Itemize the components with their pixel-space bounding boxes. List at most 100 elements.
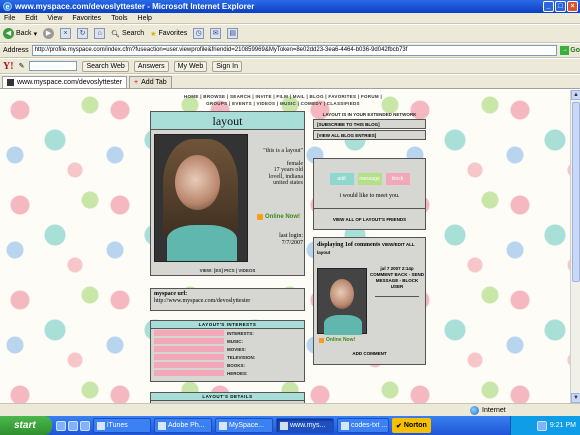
comment-online-badge: Online Now!: [319, 337, 355, 343]
search-web-button[interactable]: Search Web: [82, 60, 129, 72]
task-myspace-active[interactable]: www.mys...: [276, 418, 334, 433]
favorites-button[interactable]: ★ Favorites: [150, 30, 187, 38]
photo-shirt: [167, 225, 237, 261]
profile-photo[interactable]: [154, 134, 248, 262]
quick-launch-media-icon[interactable]: [80, 420, 90, 431]
menu-bar: File Edit View Favorites Tools Help: [0, 13, 580, 24]
view-blog-entries-link[interactable]: [VIEW ALL BLOG ENTRIES]: [313, 130, 426, 140]
block-user-button[interactable]: block: [385, 173, 410, 185]
quick-launch: [56, 420, 90, 431]
comment-divider: [375, 296, 419, 297]
comment-actions[interactable]: COMMENT BACK - SEND MESSAGE - BLOCK USER: [370, 272, 424, 290]
menu-edit[interactable]: Edit: [25, 15, 37, 22]
view-pics-links[interactable]: VIEW: [ES] PICS | VIDEOS: [151, 268, 304, 273]
online-icon: [319, 337, 324, 343]
quick-launch-desktop-icon[interactable]: [68, 420, 78, 431]
security-zone: Internet: [470, 405, 506, 415]
go-label: Go: [570, 47, 580, 54]
contact-buttons: add message block: [314, 173, 425, 185]
profile-info: "this is a layout" female 17 years old l…: [255, 148, 303, 187]
close-button[interactable]: ×: [567, 1, 578, 12]
interest-label: MOVIES:: [227, 346, 247, 352]
ie-task-icon: [219, 421, 227, 430]
quick-launch-ie-icon[interactable]: [56, 420, 66, 431]
scroll-up-icon[interactable]: ▲: [571, 90, 580, 100]
refresh-icon[interactable]: ↻: [77, 28, 89, 39]
tab-myspace[interactable]: www.myspace.com/devoslyttester: [2, 76, 128, 88]
pencil-icon[interactable]: ✎: [19, 62, 25, 70]
navigation-toolbar: ◀ Back ▾ ▶ × ↻ ⌂ 🔍︎ Search ★ Favorites ◷…: [0, 25, 580, 43]
window-title-bar: e www.myspace.com/devoslyttester - Micro…: [0, 0, 580, 13]
contact-box: add message block i would like to meet y…: [313, 158, 426, 213]
add-comment-link[interactable]: ADD COMMENT: [314, 351, 425, 356]
tab-label: www.myspace.com/devoslyttester: [17, 79, 123, 86]
view-friends-link[interactable]: VIEW ALL OF LAYOUT'S FRIENDS: [313, 208, 426, 230]
profile-quote: "this is a layout": [263, 148, 303, 154]
print-icon[interactable]: ▤: [227, 28, 239, 39]
home-icon[interactable]: ⌂: [94, 28, 106, 39]
tab-bar: www.myspace.com/devoslyttester + Add Tab: [0, 75, 580, 89]
profile-card: layout "this is a layout" female 17 year…: [150, 111, 305, 276]
comment-author-photo[interactable]: [317, 268, 367, 335]
address-input[interactable]: http://profile.myspace.com/index.cfm?fus…: [31, 45, 558, 56]
comments-box: displaying 1of comments VIEW/EDIT ALL la…: [313, 237, 426, 365]
task-codes-txt[interactable]: codes-txt ...: [337, 418, 389, 433]
profile-title: layout: [151, 112, 304, 130]
task-myspace[interactable]: MySpace...: [215, 418, 273, 433]
tray-network-icon[interactable]: [536, 420, 547, 431]
view-edit-all-link[interactable]: VIEW/EDIT ALL: [382, 242, 415, 247]
interests-box: LAYOUT'S INTERESTS INTERESTS: MUSIC: MOV…: [150, 320, 305, 382]
myspace-url-box: myspace url: http://www.myspace.com/devo…: [150, 288, 305, 311]
back-dropdown-icon[interactable]: ▾: [34, 30, 38, 38]
subscribe-blog-link[interactable]: [SUBSCRIBE TO THIS BLOG]: [313, 119, 426, 129]
comment-author[interactable]: layout: [317, 250, 330, 255]
yahoo-logo-icon[interactable]: Y!: [3, 61, 14, 72]
windows-taskbar: start iTunes Adobe Ph... MySpace... www.…: [0, 416, 580, 435]
search-label: Search: [121, 30, 145, 37]
mail-icon[interactable]: ✉: [210, 28, 222, 39]
menu-tools[interactable]: Tools: [111, 15, 127, 22]
vertical-scrollbar[interactable]: ▲ ▼: [570, 90, 580, 403]
photo-face: [175, 155, 220, 210]
online-label: Online Now!: [265, 214, 300, 220]
add-friend-button[interactable]: add: [329, 173, 354, 185]
interest-label: HEROES:: [227, 370, 248, 376]
stop-icon[interactable]: ×: [60, 28, 72, 39]
send-message-button[interactable]: message: [357, 173, 382, 185]
menu-view[interactable]: View: [47, 15, 62, 22]
task-photoshop[interactable]: Adobe Ph...: [154, 418, 212, 433]
interest-label: BOOKS:: [227, 362, 245, 368]
menu-file[interactable]: File: [4, 15, 15, 22]
add-tab-button[interactable]: + Add Tab: [129, 76, 172, 88]
back-button[interactable]: ◀ Back ▾: [3, 28, 37, 39]
search-icon: 🔍︎: [111, 30, 120, 38]
norton-check-icon: ✔: [396, 422, 402, 430]
interest-label: MUSIC:: [227, 338, 243, 344]
interest-row: HEROES:: [151, 369, 304, 377]
forward-button[interactable]: ▶: [43, 28, 55, 39]
sign-in-button[interactable]: Sign In: [212, 60, 243, 72]
yahoo-search-input[interactable]: [29, 61, 78, 71]
interest-bar: [154, 370, 224, 376]
go-button[interactable]: → Go: [560, 46, 580, 55]
interest-bar: [154, 338, 224, 344]
search-button[interactable]: 🔍︎ Search: [111, 30, 144, 38]
scroll-down-icon[interactable]: ▼: [571, 393, 580, 403]
comments-header: displaying 1of comments VIEW/EDIT ALL la…: [314, 238, 425, 260]
menu-help[interactable]: Help: [138, 15, 152, 22]
scroll-thumb[interactable]: [572, 102, 580, 282]
answers-button[interactable]: Answers: [133, 60, 169, 72]
ie-icon: e: [3, 2, 12, 11]
myspace-top-nav[interactable]: HOME | BROWSE | SEARCH | INVITE | FILM |…: [183, 93, 383, 107]
comment-photo-face: [330, 279, 354, 309]
menu-favorites[interactable]: Favorites: [72, 15, 101, 22]
myspace-favicon-icon: [7, 79, 14, 86]
history-icon[interactable]: ◷: [193, 28, 205, 39]
task-itunes[interactable]: iTunes: [93, 418, 151, 433]
maximize-button[interactable]: □: [555, 1, 566, 12]
my-web-button[interactable]: My Web: [173, 60, 208, 72]
norton-button[interactable]: ✔ Norton: [392, 418, 431, 433]
comments-count: displaying 1of comments: [317, 242, 381, 248]
start-button[interactable]: start: [0, 416, 52, 435]
minimize-button[interactable]: _: [543, 1, 554, 12]
